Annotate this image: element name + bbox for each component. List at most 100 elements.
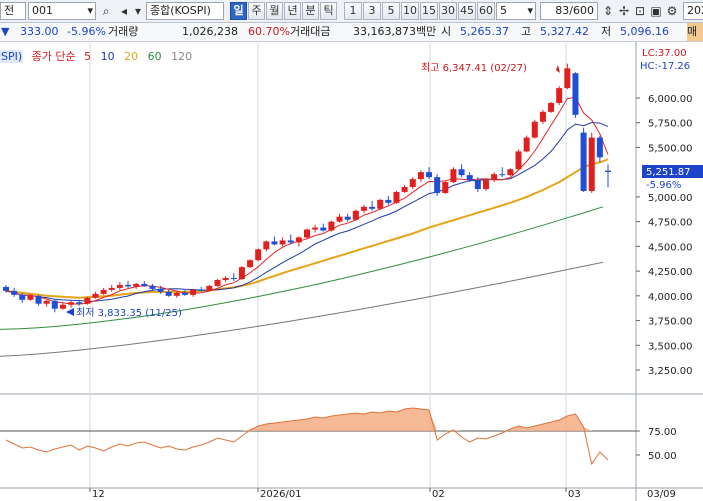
interval-button-3[interactable]: 3 xyxy=(363,2,381,20)
price-tick-label: 5,500.00 xyxy=(648,143,693,154)
interval-button-30[interactable]: 30 xyxy=(439,2,457,20)
candle-body xyxy=(84,297,91,304)
candle-body xyxy=(238,267,245,280)
candle-body xyxy=(157,288,164,292)
candle-body xyxy=(173,292,180,296)
candle-body xyxy=(434,177,441,193)
period-button-0[interactable]: 일 xyxy=(230,2,247,20)
ma10-label[interactable]: 10 xyxy=(101,50,115,63)
ma5-label[interactable]: 5 xyxy=(84,50,91,63)
search-icon[interactable]: ⌕ xyxy=(98,2,114,20)
ma60-label[interactable]: 60 xyxy=(148,50,162,63)
change-value: 333.00 xyxy=(20,25,59,38)
ma120-label[interactable]: 120 xyxy=(171,50,192,63)
candle-body xyxy=(214,279,221,286)
high-annotation: 최고 6,347.41 (02/27) xyxy=(421,62,527,74)
count-field[interactable]: 83/600 xyxy=(540,2,598,20)
candle-body xyxy=(255,249,262,261)
candle-body xyxy=(482,180,489,189)
down-arrow-icon: ▼ xyxy=(1,25,10,38)
candle-body xyxy=(304,229,310,238)
price-chart[interactable]: 6,000.00 5,750.00 5,500.00 5,000.00 4,750.00… xyxy=(0,42,703,501)
osc-tick-label: 50.00 xyxy=(648,451,677,462)
date-field[interactable]: 202 xyxy=(683,2,703,20)
mode-field[interactable]: 전 xyxy=(0,2,26,20)
candle-body xyxy=(417,172,424,180)
candle-body xyxy=(271,241,278,245)
interval-button-1[interactable]: 1 xyxy=(344,2,362,20)
price-tick-label: 5,750.00 xyxy=(648,119,693,130)
candle-body xyxy=(59,304,66,309)
interval-button-10[interactable]: 10 xyxy=(401,2,419,20)
candle-body xyxy=(409,179,416,188)
code-value: 001 xyxy=(32,4,53,17)
index-name-field[interactable]: 종합(KOSPI) xyxy=(146,2,224,20)
chevron-down-icon[interactable]: ▾ xyxy=(130,2,146,20)
period-button-2[interactable]: 월 xyxy=(266,2,283,20)
price-tick-label: 6,000.00 xyxy=(648,94,693,105)
change-percent: -5.96% xyxy=(67,25,106,38)
candle-body xyxy=(108,287,115,290)
price-tick-label: 4,500.00 xyxy=(648,242,693,253)
save-icon[interactable]: ▣ xyxy=(648,2,664,20)
period-button-1[interactable]: 주 xyxy=(248,2,265,20)
candle-body xyxy=(352,210,359,220)
candle-body xyxy=(572,73,579,115)
amount-value: 33,163,873백만 xyxy=(353,25,437,38)
candle-body xyxy=(19,294,26,300)
candle-body xyxy=(344,216,351,220)
spin-icon[interactable]: ⇕ xyxy=(600,2,616,20)
candle-body xyxy=(247,260,254,268)
candle-body xyxy=(515,151,522,170)
candle-body xyxy=(141,283,148,286)
crosshair-icon[interactable]: ✢ xyxy=(616,2,632,20)
date-tick-label: 12 xyxy=(92,489,105,500)
interval-button-5[interactable]: 5 xyxy=(382,2,400,20)
volume-label: 거래량 xyxy=(108,25,139,38)
current-price: 5,251.87 xyxy=(646,167,691,178)
candle-body xyxy=(360,206,367,211)
osc-tick-label: 75.00 xyxy=(648,427,677,438)
price-tick-label: 3,250.00 xyxy=(648,366,693,377)
candle-body xyxy=(523,137,530,152)
settings-icon[interactable]: ⚙ xyxy=(664,2,680,20)
interval-select[interactable]: 5 ▾ xyxy=(496,2,536,20)
interval-button-60[interactable]: 60 xyxy=(477,2,495,20)
chevron-down-icon[interactable]: ▾ xyxy=(527,3,533,19)
candle-body xyxy=(580,132,587,191)
candle-body xyxy=(11,290,18,295)
low-annotation: 최저 3,833.35 (11/25) xyxy=(76,307,182,319)
candle-body xyxy=(295,237,302,243)
candle-body xyxy=(588,137,595,191)
order-button[interactable]: 매 xyxy=(687,23,703,41)
candle-body xyxy=(263,241,270,250)
candle-body xyxy=(377,199,384,209)
price-tick-label: 3,500.00 xyxy=(648,341,693,352)
candle-body xyxy=(556,88,563,103)
period-button-5[interactable]: 틱 xyxy=(320,2,337,20)
date-tick-label: 02 xyxy=(432,489,445,500)
candle-body xyxy=(279,240,286,245)
price-tick-label: 5,000.00 xyxy=(648,193,693,204)
ma20-label[interactable]: 20 xyxy=(124,50,138,63)
candle-body xyxy=(100,289,107,294)
lock-icon[interactable]: ⊡ xyxy=(632,2,648,20)
interval-button-45[interactable]: 45 xyxy=(458,2,476,20)
interval-button-15[interactable]: 15 xyxy=(420,2,438,20)
candle-body xyxy=(149,285,156,289)
code-input[interactable]: 001 ▾ xyxy=(28,2,96,20)
toolbar: 전 001 ▾ ⌕ ◂ ▾ 종합(KOSPI) 5 ▾ 83/600 ⇕ ✢ ⊡ ▣… xyxy=(0,0,703,23)
high-label: 고 xyxy=(521,25,532,38)
candle-body xyxy=(564,68,571,89)
period-button-4[interactable]: 분 xyxy=(302,2,319,20)
open-value: 5,265.37 xyxy=(460,25,509,38)
price-tick-label: 4,250.00 xyxy=(648,267,693,278)
chevron-down-icon[interactable]: ▾ xyxy=(87,3,93,19)
chart-canvas[interactable]: 6,000.00 5,750.00 5,500.00 5,000.00 4,750.00… xyxy=(0,42,703,501)
period-button-3[interactable]: 년 xyxy=(284,2,301,20)
candle-body xyxy=(336,216,343,222)
candle-body xyxy=(499,174,506,176)
candle-body xyxy=(539,111,546,122)
candle-body xyxy=(287,240,294,243)
chart-background xyxy=(0,42,703,501)
